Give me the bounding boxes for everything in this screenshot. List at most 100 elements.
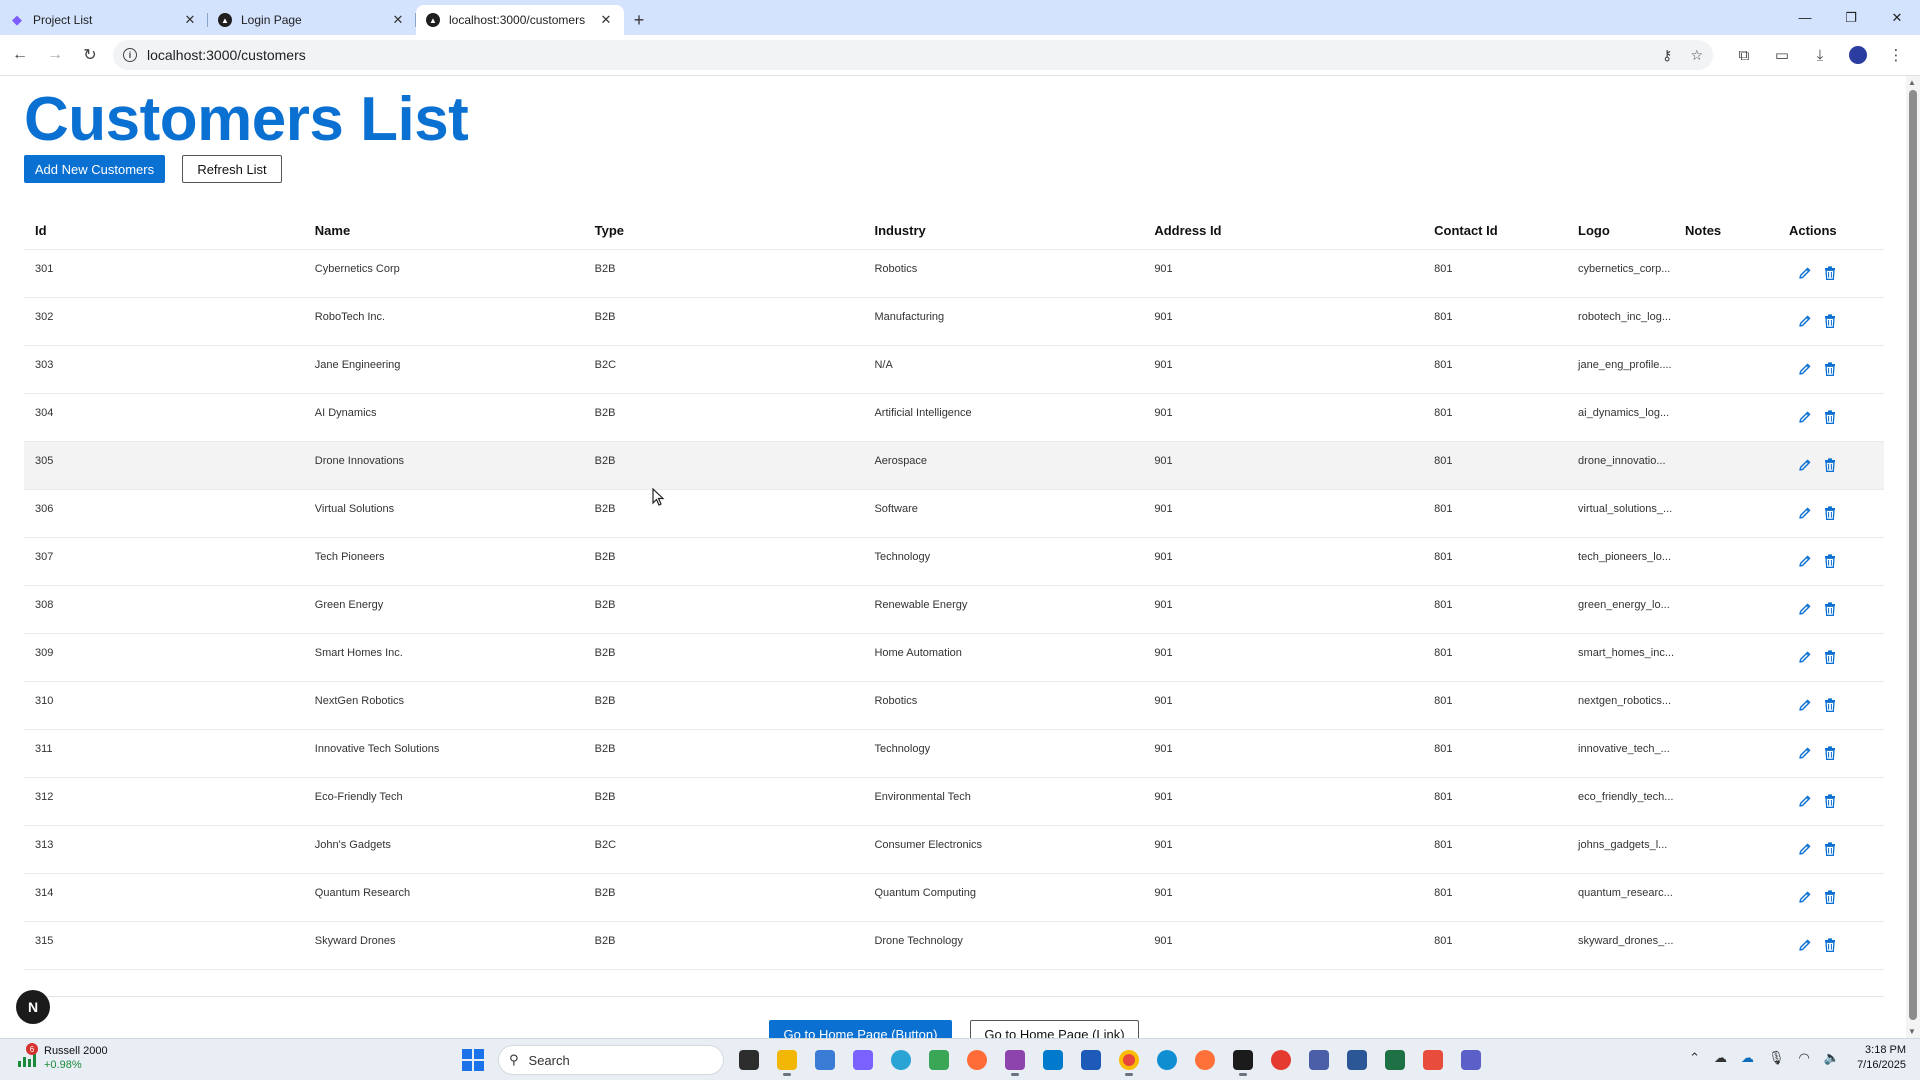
chrome-icon[interactable] — [1110, 1044, 1148, 1076]
delete-trash-icon[interactable] — [1824, 602, 1836, 616]
teams-icon[interactable] — [1452, 1044, 1490, 1076]
table-row[interactable]: 308 Green Energy B2B Renewable Energy 901 801… — [24, 584, 1884, 633]
notepad-icon[interactable] — [806, 1044, 844, 1076]
restore-icon[interactable]: ❐ — [1828, 0, 1874, 35]
photos-icon[interactable] — [920, 1044, 958, 1076]
table-row[interactable]: 311 Innovative Tech Solutions B2B Technolog… — [24, 728, 1884, 777]
edit-pencil-icon[interactable] — [1798, 650, 1812, 664]
snipping-tool-icon[interactable] — [844, 1044, 882, 1076]
snip-app-icon[interactable] — [1414, 1044, 1452, 1076]
delete-trash-icon[interactable] — [1824, 842, 1836, 856]
table-row[interactable]: 302 RoboTech Inc. B2B Manufacturing 901 801 ro… — [24, 296, 1884, 345]
table-row[interactable]: 312 Eco-Friendly Tech B2B Environmental Tec… — [24, 776, 1884, 825]
table-row[interactable]: 310 NextGen Robotics B2B Robotics 901 801 next… — [24, 680, 1884, 729]
word-icon[interactable] — [1338, 1044, 1376, 1076]
edit-pencil-icon[interactable] — [1798, 794, 1812, 808]
delete-trash-icon[interactable] — [1824, 362, 1836, 376]
download-icon[interactable]: ⤓ — [1801, 40, 1839, 70]
windows-start-icon[interactable] — [462, 1049, 484, 1071]
table-row[interactable]: 305 Drone Innovations B2B Aerospace 901 801 dr… — [24, 440, 1884, 489]
edit-pencil-icon[interactable] — [1798, 890, 1812, 904]
table-row[interactable]: 313 John's Gadgets B2C Consumer Electronics… — [24, 824, 1884, 873]
postman-icon[interactable] — [958, 1044, 996, 1076]
edit-pencil-icon[interactable] — [1798, 938, 1812, 952]
stock-ticker-widget[interactable]: 6 Russell 2000 +0.98% — [16, 1043, 108, 1072]
delete-trash-icon[interactable] — [1824, 266, 1836, 280]
visual-studio-icon[interactable] — [996, 1044, 1034, 1076]
sql-server-icon[interactable] — [1300, 1044, 1338, 1076]
taskbar-search[interactable]: ⚲ Search — [498, 1045, 724, 1075]
microphone-icon[interactable]: 🎙 — [1768, 1050, 1785, 1066]
task-view-icon[interactable] — [730, 1044, 768, 1076]
delete-trash-icon[interactable] — [1824, 410, 1836, 424]
delete-trash-icon[interactable] — [1824, 938, 1836, 952]
scroll-down-icon[interactable]: ▼ — [1908, 1027, 1916, 1036]
edit-pencil-icon[interactable] — [1798, 266, 1812, 280]
table-row[interactable]: 306 Virtual Solutions B2B Software 901 801 vir… — [24, 488, 1884, 537]
speaker-icon[interactable]: 🔈 — [1824, 1050, 1840, 1066]
firefox-icon[interactable] — [1186, 1044, 1224, 1076]
site-info-icon[interactable]: i — [123, 48, 137, 62]
chevron-up-icon[interactable]: ⌃ — [1689, 1050, 1700, 1066]
xampp-icon[interactable] — [1262, 1044, 1300, 1076]
bookmark-star-icon[interactable]: ☆ — [1690, 47, 1703, 64]
refresh-list-button[interactable]: Refresh List — [182, 155, 282, 183]
delete-trash-icon[interactable] — [1824, 458, 1836, 472]
tab-login-page[interactable]: ▲ Login Page ✕ — [208, 5, 416, 35]
nextjs-dev-badge[interactable]: N — [16, 990, 50, 1024]
excel-icon[interactable] — [1376, 1044, 1414, 1076]
file-explorer-icon[interactable] — [768, 1044, 806, 1076]
scrollbar-thumb[interactable] — [1909, 90, 1917, 1020]
page-scrollbar[interactable]: ▲ ▼ — [1906, 76, 1920, 1038]
delete-trash-icon[interactable] — [1824, 650, 1836, 664]
cast-icon[interactable]: ▭ — [1763, 40, 1801, 70]
edit-pencil-icon[interactable] — [1798, 842, 1812, 856]
new-tab-button[interactable]: + — [624, 5, 654, 35]
close-icon[interactable]: ✕ — [390, 12, 406, 28]
reload-button[interactable]: ↻ — [75, 40, 105, 70]
minimize-icon[interactable]: — — [1782, 0, 1828, 35]
tab-customers[interactable]: ▲ localhost:3000/customers ✕ — [416, 5, 624, 35]
profile-avatar[interactable] — [1849, 46, 1867, 64]
database-icon[interactable] — [1072, 1044, 1110, 1076]
edit-pencil-icon[interactable] — [1798, 410, 1812, 424]
edge-icon[interactable] — [1148, 1044, 1186, 1076]
delete-trash-icon[interactable] — [1824, 554, 1836, 568]
delete-trash-icon[interactable] — [1824, 506, 1836, 520]
cloud-icon[interactable]: ☁ — [1714, 1050, 1727, 1066]
delete-trash-icon[interactable] — [1824, 890, 1836, 904]
edit-pencil-icon[interactable] — [1798, 746, 1812, 760]
delete-trash-icon[interactable] — [1824, 746, 1836, 760]
table-row[interactable]: 303 Jane Engineering B2C N/A 901 801 jane_eng_… — [24, 344, 1884, 393]
delete-trash-icon[interactable] — [1824, 794, 1836, 808]
scroll-up-icon[interactable]: ▲ — [1908, 78, 1916, 87]
edit-pencil-icon[interactable] — [1798, 698, 1812, 712]
delete-trash-icon[interactable] — [1824, 314, 1836, 328]
go-home-button[interactable]: Go to Home Page (Button) — [769, 1020, 952, 1038]
taskbar-clock[interactable]: 3:18 PM 7/16/2025 — [1857, 1043, 1906, 1073]
url-bar[interactable]: i localhost:3000/customers ⚷ ☆ — [113, 40, 1713, 70]
close-icon[interactable]: ✕ — [598, 12, 614, 28]
edit-pencil-icon[interactable] — [1798, 458, 1812, 472]
edit-pencil-icon[interactable] — [1798, 314, 1812, 328]
tab-project-list[interactable]: ◆ Project List ✕ — [0, 5, 208, 35]
vscode-icon[interactable] — [1034, 1044, 1072, 1076]
back-button[interactable]: ← — [5, 40, 35, 70]
forward-button[interactable]: → — [40, 40, 70, 70]
password-key-icon[interactable]: ⚷ — [1662, 47, 1672, 64]
table-row[interactable]: 315 Skyward Drones B2B Drone Technology 901 8… — [24, 920, 1884, 970]
table-row[interactable]: 301 Cybernetics Corp B2B Robotics 901 801 cybe… — [24, 248, 1884, 297]
onedrive-icon[interactable]: ☁ — [1741, 1050, 1754, 1066]
add-new-customers-button[interactable]: Add New Customers — [24, 155, 165, 183]
delete-trash-icon[interactable] — [1824, 698, 1836, 712]
table-row[interactable]: 309 Smart Homes Inc. B2B Home Automation 901… — [24, 632, 1884, 681]
menu-kebab-icon[interactable]: ⋮ — [1877, 40, 1915, 70]
go-home-link[interactable]: Go to Home Page (Link) — [970, 1020, 1139, 1038]
table-row[interactable]: 314 Quantum Research B2B Quantum Computing 9… — [24, 872, 1884, 921]
wifi-icon[interactable]: ◠ — [1799, 1050, 1810, 1066]
table-row[interactable]: 307 Tech Pioneers B2B Technology 901 801 tech_… — [24, 536, 1884, 585]
edit-pencil-icon[interactable] — [1798, 602, 1812, 616]
close-icon[interactable]: ✕ — [182, 12, 198, 28]
edit-pencil-icon[interactable] — [1798, 506, 1812, 520]
terminal-icon[interactable] — [1224, 1044, 1262, 1076]
